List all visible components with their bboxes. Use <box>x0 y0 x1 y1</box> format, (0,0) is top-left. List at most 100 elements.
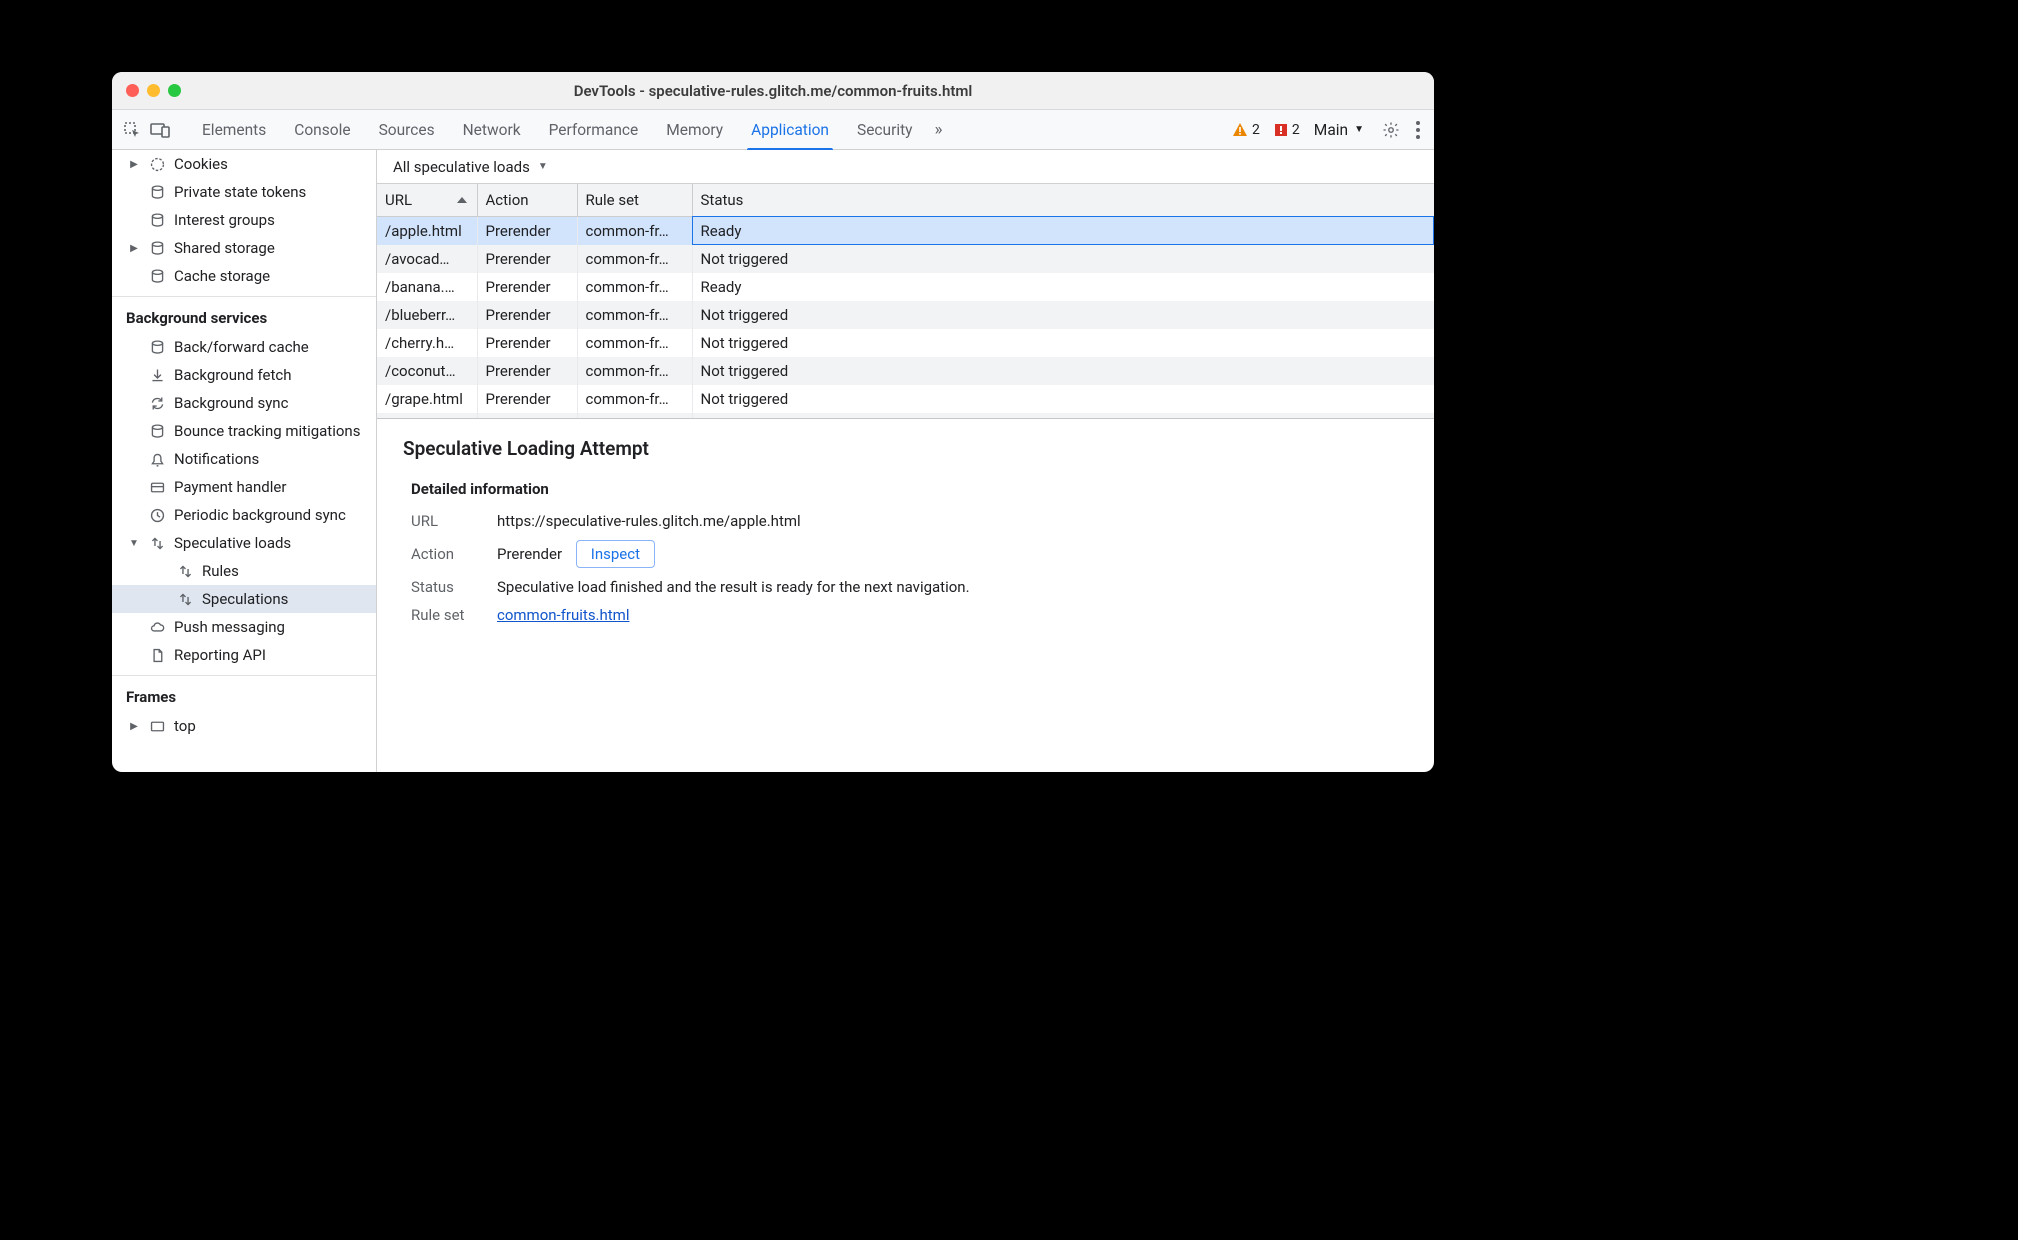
tab-memory[interactable]: Memory <box>654 110 735 149</box>
traffic-lights <box>126 84 181 97</box>
settings-icon[interactable] <box>1382 121 1400 139</box>
sidebar-item-label: Periodic background sync <box>174 506 346 524</box>
table-row[interactable]: /blueberr…Prerendercommon-fr…Not trigger… <box>377 301 1434 329</box>
tab-network[interactable]: Network <box>451 110 533 149</box>
db-icon <box>148 422 166 440</box>
bgfetch-icon <box>148 366 166 384</box>
disclosure-arrow-icon: ▶ <box>128 243 140 254</box>
sidebar-item[interactable]: ▼ Speculative loads <box>112 529 376 557</box>
minimize-icon[interactable] <box>147 84 160 97</box>
table-row[interactable]: /banana.…Prerendercommon-fr…Ready <box>377 273 1434 301</box>
cookie-icon <box>148 155 166 173</box>
tab-performance[interactable]: Performance <box>537 110 651 149</box>
sidebar-item[interactable]: Interest groups <box>112 206 376 234</box>
issues-badge[interactable]: 2 <box>1274 122 1300 138</box>
inspect-button[interactable]: Inspect <box>576 540 655 568</box>
speculations-table-wrap[interactable]: URLActionRule setStatus /apple.htmlPrere… <box>377 184 1434 419</box>
detail-status-value: Speculative load finished and the result… <box>497 578 1408 596</box>
table-row[interactable]: /apple.htmlPrerendercommon-fr…Ready <box>377 216 1434 245</box>
details-heading: Speculative Loading Attempt <box>403 437 1408 460</box>
warnings-badge[interactable]: 2 <box>1232 122 1260 138</box>
window-title: DevTools - speculative-rules.glitch.me/c… <box>126 82 1420 100</box>
sidebar-item[interactable]: Rules <box>112 557 376 585</box>
column-header[interactable]: Rule set <box>577 184 692 216</box>
sidebar-item-label: top <box>174 717 196 735</box>
cell-url: /apple.html <box>377 216 477 245</box>
cell-ruleset: common-fr… <box>577 245 692 273</box>
sidebar-item[interactable]: Notifications <box>112 445 376 473</box>
details-pane: Speculative Loading Attempt Detailed inf… <box>377 419 1434 772</box>
sidebar-item[interactable]: Reporting API <box>112 641 376 669</box>
cell-action: Prerender <box>477 413 577 420</box>
table-row[interactable]: /coconut…Prerendercommon-fr…Not triggere… <box>377 357 1434 385</box>
cell-ruleset: common-fr… <box>577 329 692 357</box>
detail-ruleset-link[interactable]: common-fruits.html <box>497 606 630 624</box>
sidebar-item-label: Private state tokens <box>174 183 306 201</box>
speculative-loads-filter[interactable]: All speculative loads ▼ <box>387 156 554 178</box>
cell-ruleset: common-fr… <box>577 385 692 413</box>
tab-application[interactable]: Application <box>739 110 841 149</box>
sidebar-item[interactable]: Cache storage <box>112 262 376 290</box>
table-row[interactable]: /cherry.h…Prerendercommon-fr…Not trigger… <box>377 329 1434 357</box>
kebab-menu-icon[interactable] <box>1416 121 1420 139</box>
tab-elements[interactable]: Elements <box>190 110 278 149</box>
sidebar-item[interactable]: Push messaging <box>112 613 376 641</box>
close-icon[interactable] <box>126 84 139 97</box>
bell-icon <box>148 450 166 468</box>
detail-url-value: https://speculative-rules.glitch.me/appl… <box>497 512 1408 530</box>
table-row[interactable]: /avocad…Prerendercommon-fr…Not triggered <box>377 245 1434 273</box>
tab-security[interactable]: Security <box>845 110 925 149</box>
cell-ruleset: common-fr… <box>577 413 692 420</box>
details-subheading: Detailed information <box>411 480 1408 498</box>
cell-status: Not triggered <box>692 301 1434 329</box>
cell-url: /kiwi.html <box>377 413 477 420</box>
chevron-down-icon: ▼ <box>538 161 548 172</box>
sidebar-item[interactable]: Back/forward cache <box>112 333 376 361</box>
zoom-icon[interactable] <box>168 84 181 97</box>
sidebar-item[interactable]: Background sync <box>112 389 376 417</box>
titlebar: DevTools - speculative-rules.glitch.me/c… <box>112 72 1434 110</box>
cell-action: Prerender <box>477 245 577 273</box>
column-header[interactable]: Status <box>692 184 1434 216</box>
sidebar-item[interactable]: Speculations <box>112 585 376 613</box>
table-row[interactable]: /kiwi.htmlPrerendercommon-fr…Not trigger… <box>377 413 1434 420</box>
application-sidebar[interactable]: ▶Cookies Private state tokens Interest gro… <box>112 150 377 772</box>
bgsync-icon <box>148 394 166 412</box>
sidebar-item[interactable]: Private state tokens <box>112 178 376 206</box>
db-icon <box>148 338 166 356</box>
sidebar-item[interactable]: Periodic background sync <box>112 501 376 529</box>
sidebar-item[interactable]: Payment handler <box>112 473 376 501</box>
devtools-window: DevTools - speculative-rules.glitch.me/c… <box>112 72 1434 772</box>
cell-ruleset: common-fr… <box>577 357 692 385</box>
sidebar-item[interactable]: ▶Cookies <box>112 150 376 178</box>
sidebar-item-label: Speculative loads <box>174 534 291 552</box>
tab-sources[interactable]: Sources <box>367 110 447 149</box>
sidebar-heading-frames: Frames <box>112 676 376 712</box>
sidebar-item-label: Reporting API <box>174 646 266 664</box>
tab-console[interactable]: Console <box>282 110 362 149</box>
table-row[interactable]: /grape.htmlPrerendercommon-fr…Not trigge… <box>377 385 1434 413</box>
cloud-icon <box>148 618 166 636</box>
cell-url: /grape.html <box>377 385 477 413</box>
inspect-element-icon[interactable] <box>120 118 144 142</box>
speculations-table: URLActionRule setStatus /apple.htmlPrere… <box>377 184 1434 419</box>
sidebar-item[interactable]: ▶Shared storage <box>112 234 376 262</box>
cell-ruleset: common-fr… <box>577 273 692 301</box>
device-toolbar-icon[interactable] <box>148 118 172 142</box>
flag-icon <box>1274 123 1288 137</box>
sidebar-item-label: Interest groups <box>174 211 275 229</box>
cell-status: Ready <box>692 216 1434 245</box>
disclosure-arrow-icon: ▼ <box>128 538 140 549</box>
updown-icon <box>176 562 194 580</box>
target-selector[interactable]: Main ▼ <box>1314 121 1364 139</box>
db-icon <box>148 211 166 229</box>
cell-status: Not triggered <box>692 357 1434 385</box>
sidebar-item[interactable]: Background fetch <box>112 361 376 389</box>
detail-action-value: Prerender <box>497 545 562 563</box>
sidebar-item[interactable]: ▶top <box>112 712 376 740</box>
sidebar-item[interactable]: Bounce tracking mitigations <box>112 417 376 445</box>
column-header[interactable]: URL <box>377 184 477 216</box>
column-header[interactable]: Action <box>477 184 577 216</box>
sidebar-item-label: Notifications <box>174 450 259 468</box>
more-tabs-icon[interactable]: » <box>929 120 949 140</box>
